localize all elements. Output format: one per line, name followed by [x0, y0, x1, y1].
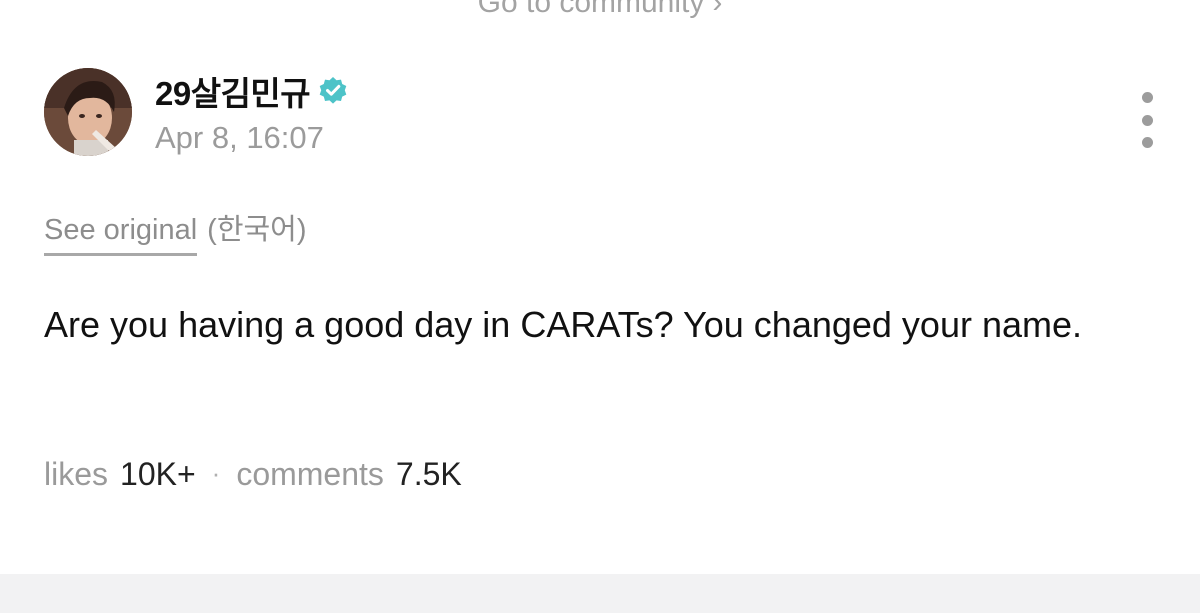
author-name-line: 29살김민규: [155, 70, 348, 112]
likes-count: 10K+: [120, 456, 196, 492]
author-name[interactable]: 29살김민규: [155, 67, 311, 115]
comments-count[interactable]: 7.5K: [396, 456, 462, 493]
go-to-community-label: Go to community: [477, 0, 705, 19]
verified-badge-icon: [318, 76, 348, 106]
post-author: 29살김민규 Apr 8, 16:07: [44, 68, 348, 156]
post-text: Are you having a good day in CARATs? You…: [44, 304, 1083, 345]
section-divider: [0, 574, 1200, 613]
see-original-link[interactable]: See original: [44, 214, 198, 256]
translation-row: See original (한국어): [44, 206, 307, 256]
more-vertical-icon: [1141, 92, 1153, 103]
likes-label: likes: [44, 456, 109, 492]
post-timestamp: Apr 8, 16:07: [155, 120, 324, 155]
avatar-photo-icon: [44, 68, 132, 156]
stats-separator: ·: [211, 458, 221, 488]
comments-label[interactable]: comments: [236, 456, 384, 493]
original-language-label: (한국어): [207, 214, 307, 246]
chevron-right-icon: ›: [712, 0, 723, 19]
more-vertical-icon: [1141, 114, 1153, 126]
avatar[interactable]: [44, 68, 132, 156]
post-stats: likes 10K+ · comments 7.5K: [44, 456, 462, 493]
go-to-community-link[interactable]: Go to community ›: [0, 0, 1200, 20]
more-options-button[interactable]: [1134, 92, 1160, 148]
author-meta: 29살김민규 Apr 8, 16:07: [155, 68, 348, 156]
more-vertical-icon: [1141, 137, 1153, 148]
